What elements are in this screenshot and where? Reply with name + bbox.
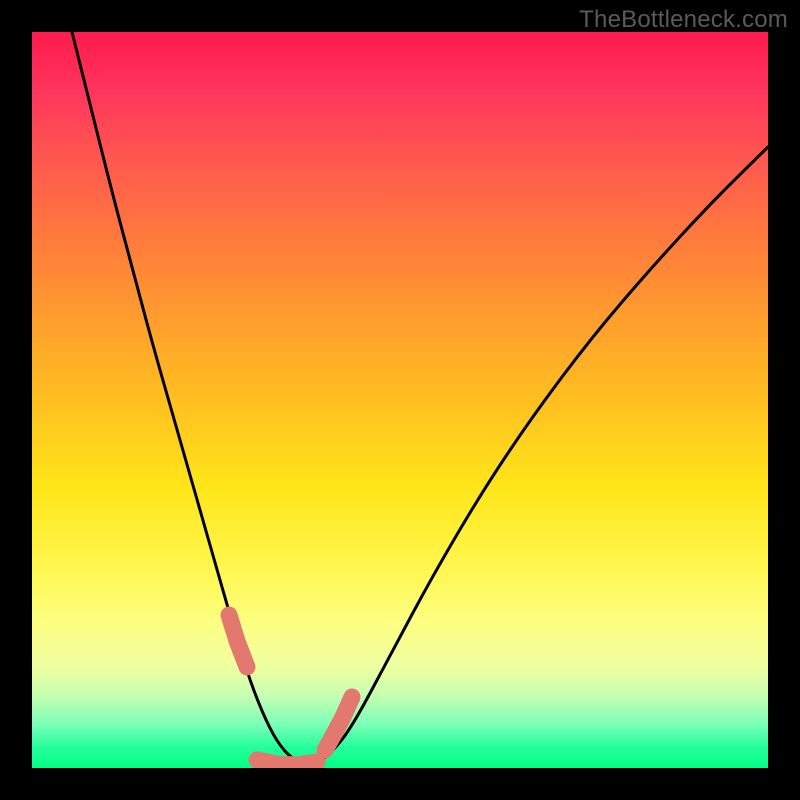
chart-frame: TheBottleneck.com [0,0,800,800]
plot-area [32,32,768,768]
seg-right [325,697,352,750]
watermark-text: TheBottleneck.com [579,6,788,34]
highlight-group [229,615,352,765]
bottleneck-curve [72,32,768,763]
seg-bottom [257,760,317,765]
curve-svg [32,32,768,768]
seg-left [229,615,247,667]
